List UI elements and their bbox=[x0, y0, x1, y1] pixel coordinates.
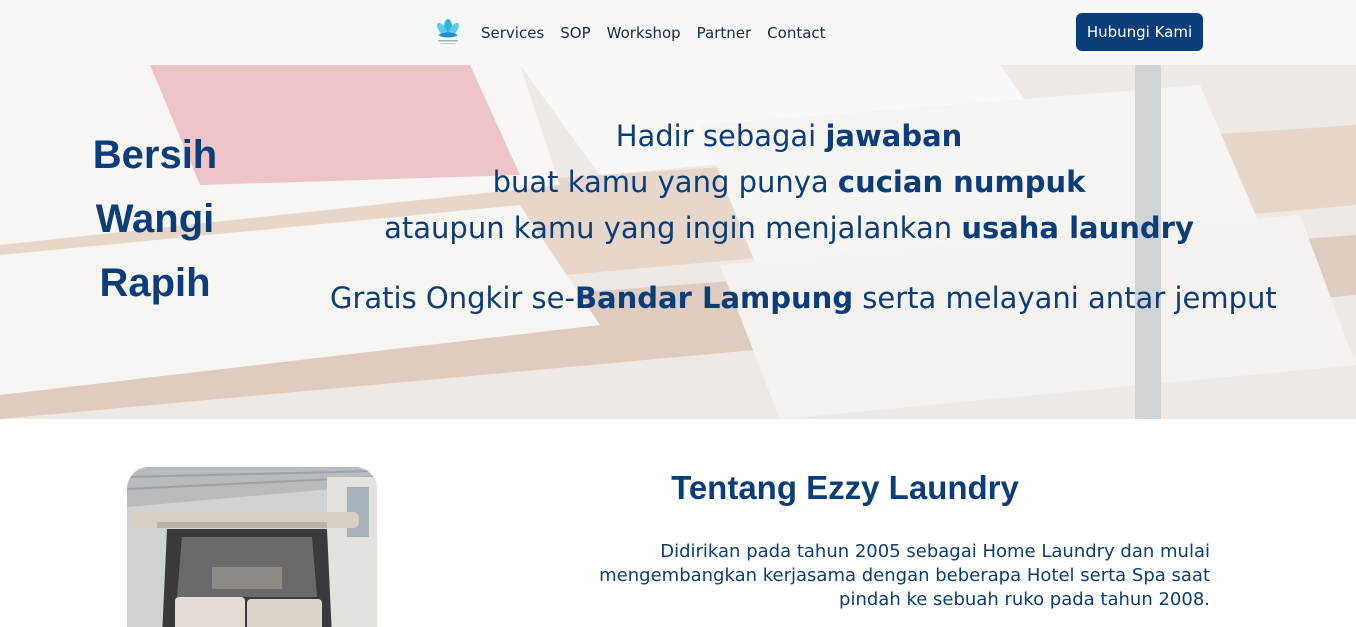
hero-tagline: Bersih Wangi Rapih bbox=[60, 123, 250, 315]
nav-link-services[interactable]: Services bbox=[481, 22, 544, 44]
navbar: Services SOP Workshop Partner Contact Hu… bbox=[0, 0, 1356, 65]
hero-line-1: Hadir sebagai jawaban bbox=[615, 119, 963, 153]
hero-free-shipping-line: Gratis Ongkir se-Bandar Lampung serta me… bbox=[330, 281, 1277, 315]
nav-link-contact[interactable]: Contact bbox=[767, 22, 825, 44]
about-title: Tentang Ezzy Laundry bbox=[671, 469, 1019, 506]
contact-us-button[interactable]: Hubungi Kami bbox=[1076, 13, 1203, 51]
delivery-van-image bbox=[127, 467, 377, 627]
hero-section: Bersih Wangi Rapih Hadir sebagai jawaban… bbox=[0, 65, 1356, 419]
brand-logo[interactable] bbox=[433, 16, 463, 46]
hero-line-2: buat kamu yang punya cucian numpuk bbox=[492, 165, 1086, 199]
about-van-photo bbox=[127, 467, 377, 627]
nav-link-partner[interactable]: Partner bbox=[697, 22, 752, 44]
tagline-word-wangi: Wangi bbox=[95, 197, 215, 241]
hero-line-3: ataupun kamu yang ingin menjalankan usah… bbox=[384, 211, 1194, 245]
nav-menu: Services SOP Workshop Partner Contact bbox=[481, 22, 826, 44]
tagline-word-bersih: Bersih bbox=[92, 133, 218, 177]
lotus-logo-icon bbox=[437, 19, 459, 44]
tagline-word-rapih: Rapih bbox=[99, 261, 211, 305]
nav-link-workshop[interactable]: Workshop bbox=[607, 22, 681, 44]
about-description: Didirikan pada tahun 2005 sebagai Home L… bbox=[599, 541, 1210, 610]
nav-link-sop[interactable]: SOP bbox=[560, 22, 590, 44]
hero-description: Hadir sebagai jawaban buat kamu yang pun… bbox=[330, 113, 1277, 321]
